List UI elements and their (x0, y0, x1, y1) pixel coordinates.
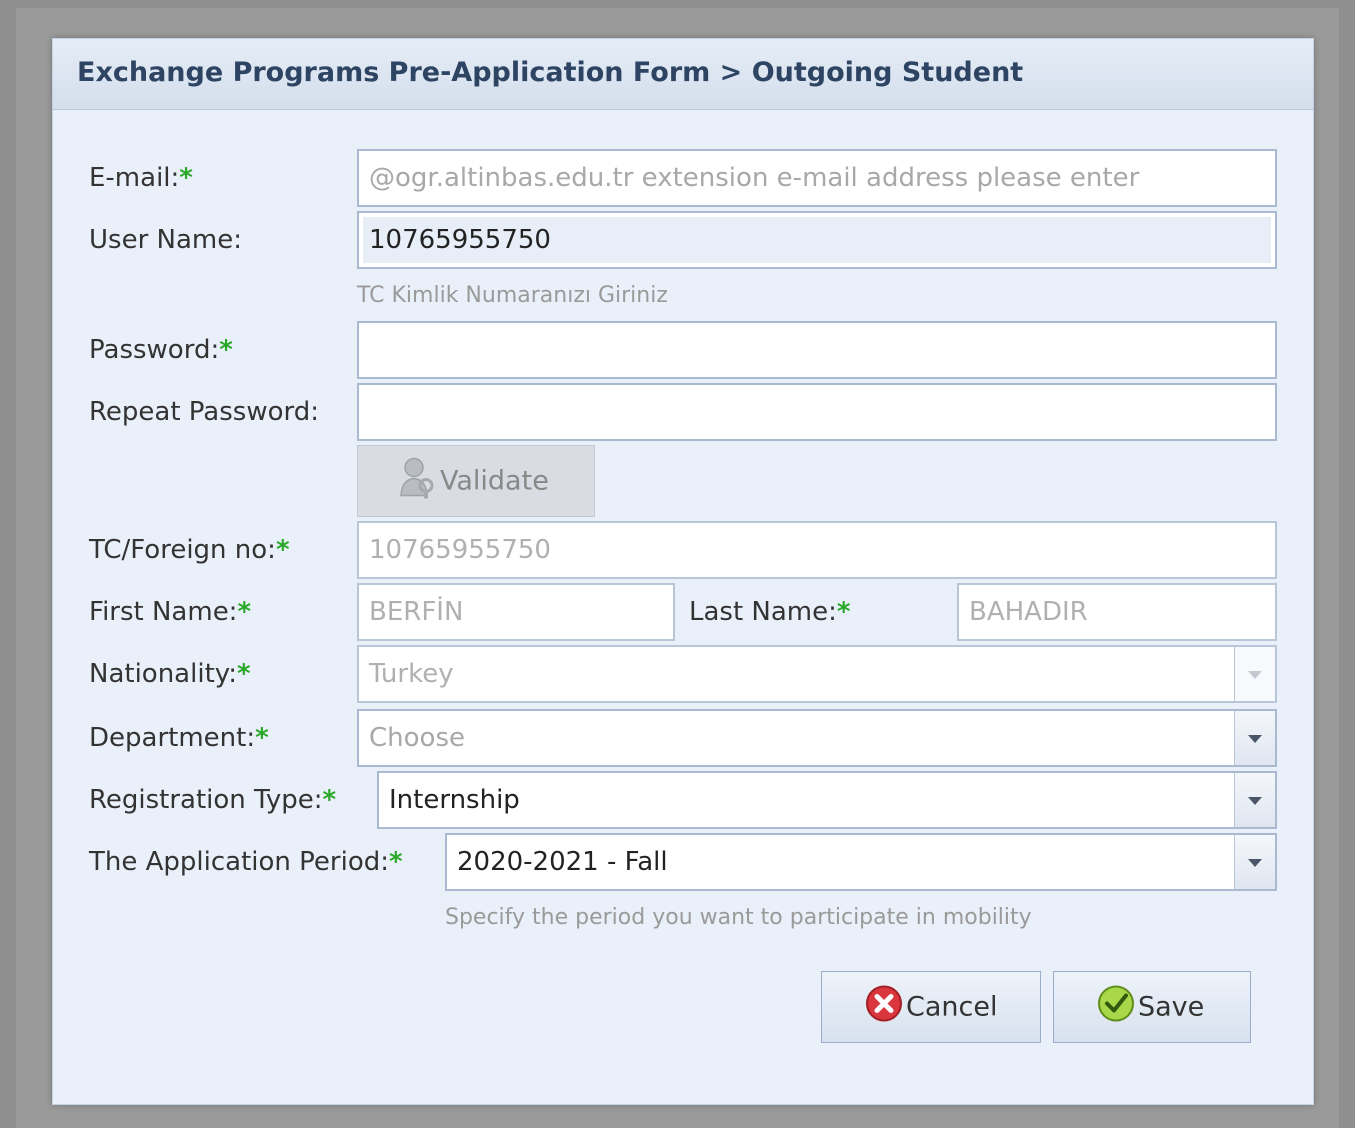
department-placeholder[interactable]: Choose (369, 723, 465, 753)
nationality-value: Turkey (369, 659, 454, 689)
application-period-hint: Specify the period you want to participa… (445, 905, 1032, 930)
cancel-button-label: Cancel (906, 991, 998, 1023)
registration-type-select[interactable]: Internship (377, 771, 1277, 829)
email-field[interactable] (357, 149, 1277, 207)
password-label: Password:* (89, 335, 233, 365)
registration-type-label: Registration Type:* (89, 785, 337, 815)
first-name-field: BERFİN (357, 583, 675, 641)
save-button-label: Save (1138, 991, 1205, 1023)
chevron-down-icon (1248, 859, 1262, 867)
save-button[interactable]: Save (1053, 971, 1251, 1043)
repeat-password-input[interactable] (359, 385, 1275, 439)
last-name-field: BAHADIR (957, 583, 1277, 641)
tc-foreign-no-value: 10765955750 (369, 535, 551, 565)
last-name-value: BAHADIR (969, 597, 1088, 627)
nationality-dropdown-trigger (1234, 647, 1275, 701)
department-label: Department:* (89, 723, 269, 753)
cancel-icon (864, 984, 904, 1031)
registration-type-value[interactable]: Internship (389, 785, 520, 815)
user-key-icon (398, 456, 438, 507)
department-dropdown-trigger[interactable] (1234, 711, 1275, 765)
nationality-select: Turkey (357, 645, 1277, 703)
department-select[interactable]: Choose (357, 709, 1277, 767)
cancel-button[interactable]: Cancel (821, 971, 1041, 1043)
check-icon (1096, 984, 1136, 1031)
dialog-title: Exchange Programs Pre-Application Form >… (77, 57, 1024, 88)
application-period-label: The Application Period:* (89, 847, 403, 877)
chevron-down-icon (1248, 671, 1262, 679)
email-input[interactable] (359, 151, 1275, 205)
application-form-dialog: Exchange Programs Pre-Application Form >… (52, 38, 1314, 1105)
first-name-label: First Name:* (89, 597, 252, 627)
validate-button[interactable]: Validate (357, 445, 595, 517)
chevron-down-icon (1248, 735, 1262, 743)
repeat-password-label: Repeat Password: (89, 397, 319, 427)
password-field[interactable] (357, 321, 1277, 379)
validate-button-label: Validate (440, 465, 549, 497)
first-name-value: BERFİN (369, 597, 464, 627)
chevron-down-icon (1248, 797, 1262, 805)
last-name-label: Last Name:* (689, 597, 851, 627)
registration-type-dropdown-trigger[interactable] (1234, 773, 1275, 827)
username-field[interactable]: 10765955750 (357, 211, 1277, 269)
email-label: E-mail:* (89, 163, 193, 193)
username-hint: TC Kimlik Numaranızı Giriniz (357, 283, 668, 308)
password-input[interactable] (359, 323, 1275, 377)
application-period-value[interactable]: 2020-2021 - Fall (457, 847, 668, 877)
dialog-header: Exchange Programs Pre-Application Form >… (53, 39, 1313, 110)
tc-foreign-no-label: TC/Foreign no:* (89, 535, 290, 565)
username-label: User Name: (89, 225, 242, 255)
repeat-password-field[interactable] (357, 383, 1277, 441)
nationality-label: Nationality:* (89, 659, 251, 689)
username-value[interactable]: 10765955750 (369, 225, 551, 255)
application-period-select[interactable]: 2020-2021 - Fall (445, 833, 1277, 891)
application-period-dropdown-trigger[interactable] (1234, 835, 1275, 889)
tc-foreign-no-field: 10765955750 (357, 521, 1277, 579)
